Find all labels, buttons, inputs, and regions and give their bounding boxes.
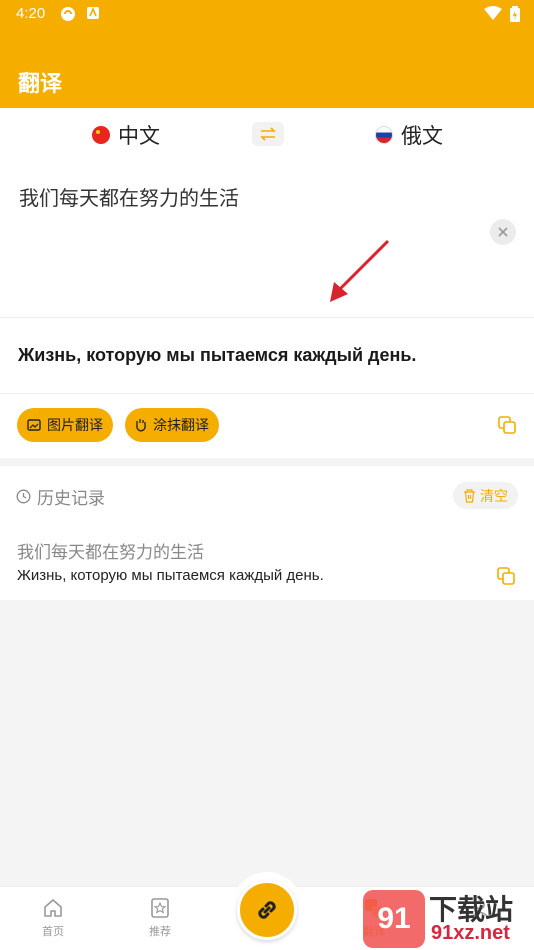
sync-icon (61, 7, 75, 21)
nav-recommend[interactable]: 推荐 (130, 897, 190, 939)
app-bar: 翻译 (0, 30, 534, 108)
home-icon (44, 899, 62, 917)
battery-icon (510, 6, 520, 22)
clear-input-button[interactable] (490, 219, 516, 245)
target-language-label: 俄文 (401, 124, 443, 148)
source-language-label: 中文 (118, 124, 160, 148)
page-title: 翻译 (18, 72, 63, 97)
smear-translate-button[interactable]: 涂抹翻译 (125, 408, 219, 442)
wifi-icon (484, 6, 502, 20)
history-section: 历史记录 清空 我们每天都在努力的生活 Жизнь, которую мы пы… (0, 466, 534, 600)
hand-icon (136, 419, 146, 432)
copy-history-button[interactable] (497, 567, 515, 589)
russia-flag-icon (375, 126, 393, 144)
translation-result: Жизнь, которую мы пытаемся каждый день. (0, 318, 534, 394)
clear-history-label: 清空 (480, 488, 508, 505)
link-icon (258, 901, 276, 919)
china-flag-icon (92, 126, 110, 144)
source-language-button[interactable]: 中文 (92, 120, 160, 150)
translate-actions: 图片翻译 涂抹翻译 (0, 394, 534, 458)
target-language-button[interactable]: 俄文 (375, 120, 443, 150)
status-time: 4:20 (16, 5, 46, 22)
nav-home-label: 首页 (42, 925, 64, 938)
smear-translate-label: 涂抹翻译 (153, 418, 209, 434)
copy-icon (497, 567, 515, 585)
image-translate-label: 图片翻译 (47, 418, 103, 434)
watermark-logo: 91 下载站 91xz.net (363, 888, 531, 948)
link-translate-button[interactable] (237, 880, 297, 940)
app-notification-icon (87, 6, 99, 19)
annotation-arrow-icon (330, 239, 390, 302)
copy-result-button[interactable] (498, 416, 516, 438)
history-source-text: 我们每天都在努力的生活 (17, 543, 204, 563)
language-selector: 中文 俄文 (0, 108, 534, 160)
history-title: 历史记录 (37, 489, 105, 509)
source-text: 我们每天都在努力的生活 (19, 186, 239, 210)
image-translate-button[interactable]: 图片翻译 (17, 408, 113, 442)
swap-icon (260, 127, 276, 141)
trash-icon (464, 488, 475, 503)
source-text-input[interactable]: 我们每天都在努力的生活 (0, 160, 534, 318)
image-icon (27, 419, 41, 431)
clock-icon (16, 489, 31, 504)
nav-home[interactable]: 首页 (23, 897, 83, 939)
clear-history-button[interactable]: 清空 (453, 482, 518, 509)
nav-recommend-label: 推荐 (149, 925, 171, 938)
history-target-text: Жизнь, которую мы пытаемся каждый день. (17, 567, 324, 584)
status-bar: 4:20 (0, 0, 534, 30)
translated-text: Жизнь, которую мы пытаемся каждый день. (18, 345, 417, 365)
close-icon (498, 227, 508, 237)
history-header: 历史记录 (16, 484, 105, 509)
watermark-url: 91xz.net (431, 922, 510, 944)
watermark-badge: 91 (363, 890, 425, 948)
swap-languages-button[interactable] (252, 122, 284, 146)
copy-icon (498, 416, 516, 434)
star-bookmark-icon (151, 898, 169, 918)
